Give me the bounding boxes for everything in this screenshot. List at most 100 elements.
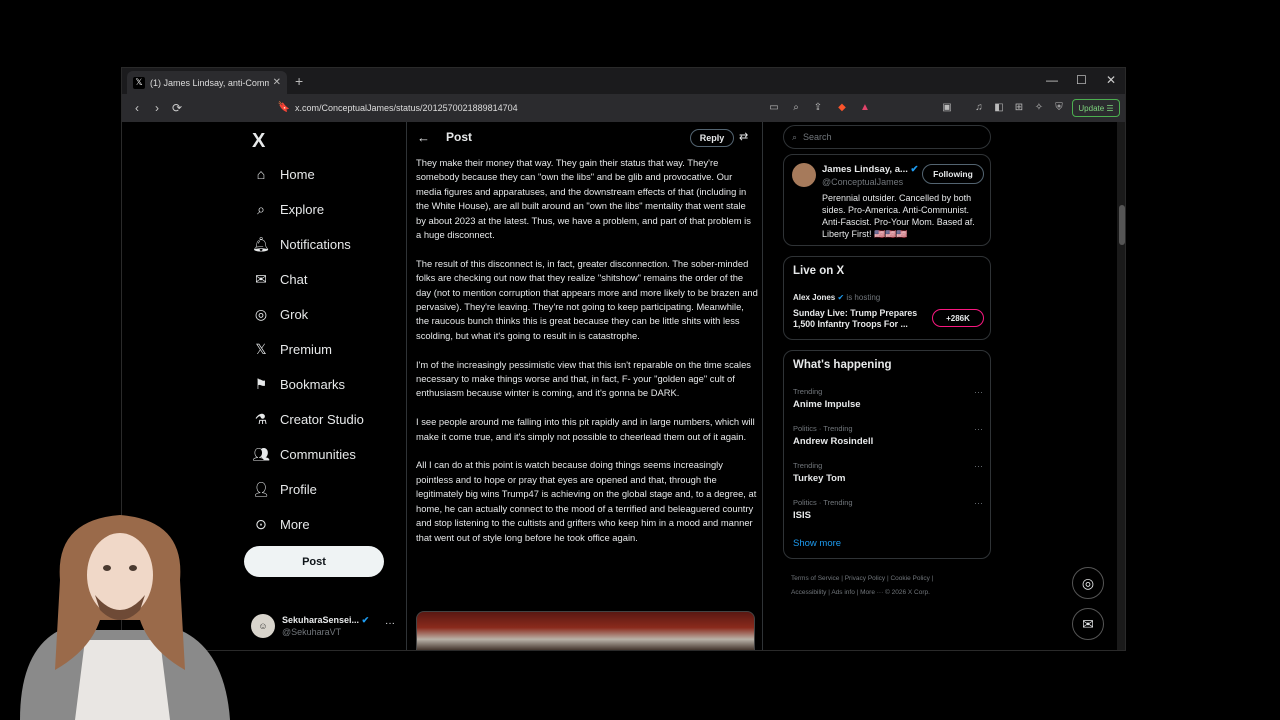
extensions-icon[interactable]: ⊞	[1012, 101, 1026, 115]
verified-icon: ✔	[837, 293, 845, 302]
people-icon: 👥︎	[252, 445, 270, 462]
post-paragraph: All I can do at this point is watch beca…	[416, 459, 757, 543]
wallet-icon[interactable]: ▣	[940, 101, 954, 115]
close-window-icon[interactable]: ✕	[1106, 73, 1116, 87]
account-name: SekuharaSensei...	[282, 615, 360, 625]
live-header: Live on X	[793, 265, 845, 277]
browser-window: 𝕏 (1) James Lindsay, anti-Commun ✕ + — ☐…	[121, 67, 1126, 651]
verified-icon: ✔	[910, 164, 919, 175]
tab-strip: 𝕏 (1) James Lindsay, anti-Commun ✕ + — ☐…	[122, 68, 1125, 94]
filter-icon[interactable]: ⇄	[739, 130, 748, 143]
nav-creator-studio[interactable]: ⚗ Creator Studio	[252, 404, 364, 434]
right-sidebar: ⌕ Search James Lindsay, a... ✔ @Conceptu…	[782, 122, 994, 650]
post-header: ← Post Reply ⇄	[407, 122, 762, 152]
new-tab-icon[interactable]: +	[295, 73, 303, 89]
footer-links[interactable]: Terms of Service | Privacy Policy | Cook…	[791, 572, 986, 600]
nav-home[interactable]: ⌂ Home	[252, 159, 315, 189]
screen-icon[interactable]: ▭	[767, 101, 781, 115]
forward-icon[interactable]: ›	[147, 101, 167, 115]
bell-icon: 🔔︎	[252, 235, 270, 252]
maximize-icon[interactable]: ☐	[1076, 73, 1087, 87]
person-icon: 👤︎	[252, 480, 270, 497]
nav-grok[interactable]: ◎ Grok	[252, 299, 308, 329]
trend-item[interactable]: Trending Anime Impulse ···	[793, 387, 983, 410]
more-options-icon[interactable]: ···	[974, 461, 983, 471]
left-navigation: X ⌂ Home ⌕ Explore 🔔︎ Notifications ✉ Chat ◎…	[244, 122, 404, 650]
avatar: ☺	[251, 614, 275, 638]
account-switcher[interactable]: ☺ SekuharaSensei... ✔ @SekuharaVT ···	[251, 610, 401, 642]
more-icon: ⊙	[255, 515, 267, 532]
profile-handle: @ConceptualJames	[822, 177, 904, 187]
post-image[interactable]	[416, 611, 755, 650]
more-options-icon[interactable]: ···	[974, 387, 983, 397]
update-button[interactable]: Update ☰	[1072, 99, 1120, 117]
more-options-icon[interactable]: ···	[974, 424, 983, 434]
scrollbar[interactable]	[1117, 122, 1125, 650]
profile-bio: Perennial outsider. Cancelled by both si…	[822, 193, 975, 239]
search-icon: ⌕	[792, 131, 798, 142]
live-card: Live on X Alex Jones ✔ is hosting Sunday…	[783, 256, 991, 340]
brave-shield-icon[interactable]: ◆	[835, 101, 849, 115]
post-paragraph: The result of this disconnect is, in fac…	[416, 257, 758, 341]
page-title: Post	[446, 130, 473, 144]
share-icon[interactable]: ⇪	[811, 101, 825, 115]
zoom-icon[interactable]: ⌕	[789, 101, 803, 115]
verified-icon: ✔	[361, 615, 370, 625]
grok-icon: ◎	[254, 305, 268, 322]
back-arrow-icon[interactable]: ←	[417, 130, 430, 145]
browser-tab[interactable]: 𝕏 (1) James Lindsay, anti-Commun ✕	[127, 71, 287, 94]
nav-communities[interactable]: 👥︎ Communities	[252, 439, 356, 469]
scrollbar-thumb[interactable]	[1119, 205, 1125, 245]
trends-header: What's happening	[793, 359, 892, 371]
avatar-eye	[129, 565, 137, 571]
post-text: They make their money that way. They gai…	[416, 156, 758, 559]
trends-card: What's happening Trending Anime Impulse ··…	[783, 350, 991, 559]
messages-fab-icon[interactable]: ✉	[1072, 608, 1104, 640]
ai-icon[interactable]: ✧	[1032, 101, 1046, 115]
nav-more[interactable]: ⊙ More	[252, 509, 310, 539]
url-text: x.com/ConceptualJames/status/20125700218…	[295, 103, 518, 113]
avatar[interactable]	[792, 163, 816, 187]
search-input[interactable]: ⌕ Search	[783, 125, 991, 149]
reload-icon[interactable]: ⟳	[167, 101, 187, 115]
tab-title: (1) James Lindsay, anti-Commun	[150, 77, 269, 88]
nav-premium[interactable]: 𝕏 Premium	[252, 334, 332, 364]
search-placeholder: Search	[803, 132, 832, 142]
sidebar-icon[interactable]: ◧	[992, 101, 1006, 115]
trend-item[interactable]: Politics · Trending Andrew Rosindell ···	[793, 424, 983, 447]
reply-button[interactable]: Reply	[690, 129, 734, 147]
listener-count[interactable]: +286K	[932, 309, 984, 327]
following-button[interactable]: Following	[922, 164, 984, 184]
trend-item[interactable]: Trending Turkey Tom ···	[793, 461, 983, 484]
live-host: Alex Jones ✔ is hosting	[793, 293, 881, 302]
nav-profile[interactable]: 👤︎ Profile	[252, 474, 317, 504]
profile-name[interactable]: James Lindsay, a...	[822, 164, 908, 175]
nav-notifications[interactable]: 🔔︎ Notifications	[252, 229, 351, 259]
avatar-shirt	[75, 640, 170, 720]
vtuber-avatar	[20, 515, 230, 720]
bookmark-icon: ⚑	[254, 375, 268, 392]
show-more-link[interactable]: Show more	[793, 538, 841, 549]
post-button[interactable]: Post	[244, 546, 384, 577]
browser-toolbar: ‹ › ⟳ 🔖 x.com/ConceptualJames/status/201…	[122, 94, 1125, 122]
flask-icon: ⚗	[254, 410, 268, 427]
vpn-icon[interactable]: ⛨	[1052, 101, 1066, 115]
more-options-icon[interactable]: ···	[385, 618, 395, 629]
more-options-icon[interactable]: ···	[974, 498, 983, 508]
avatar-face	[87, 533, 153, 617]
close-tab-icon[interactable]: ✕	[273, 77, 281, 88]
account-handle: @SekuharaVT	[282, 627, 342, 637]
music-icon[interactable]: ♫	[972, 101, 986, 115]
x-logo-icon[interactable]: X	[252, 130, 265, 153]
live-title[interactable]: Sunday Live: Trump Prepares 1,500 Infant…	[793, 308, 923, 330]
trend-item[interactable]: Politics · Trending ISIS ···	[793, 498, 983, 521]
minimize-icon[interactable]: —	[1046, 73, 1058, 87]
nav-explore[interactable]: ⌕ Explore	[252, 194, 324, 224]
post-paragraph: I'm of the increasingly pessimistic view…	[416, 358, 751, 399]
back-icon[interactable]: ‹	[127, 101, 147, 115]
nav-bookmarks[interactable]: ⚑ Bookmarks	[252, 369, 345, 399]
brave-rewards-icon[interactable]: ▲	[858, 101, 872, 115]
grok-fab-icon[interactable]: ◎	[1072, 567, 1104, 599]
search-icon: ⌕	[257, 200, 265, 217]
nav-chat[interactable]: ✉ Chat	[252, 264, 307, 294]
